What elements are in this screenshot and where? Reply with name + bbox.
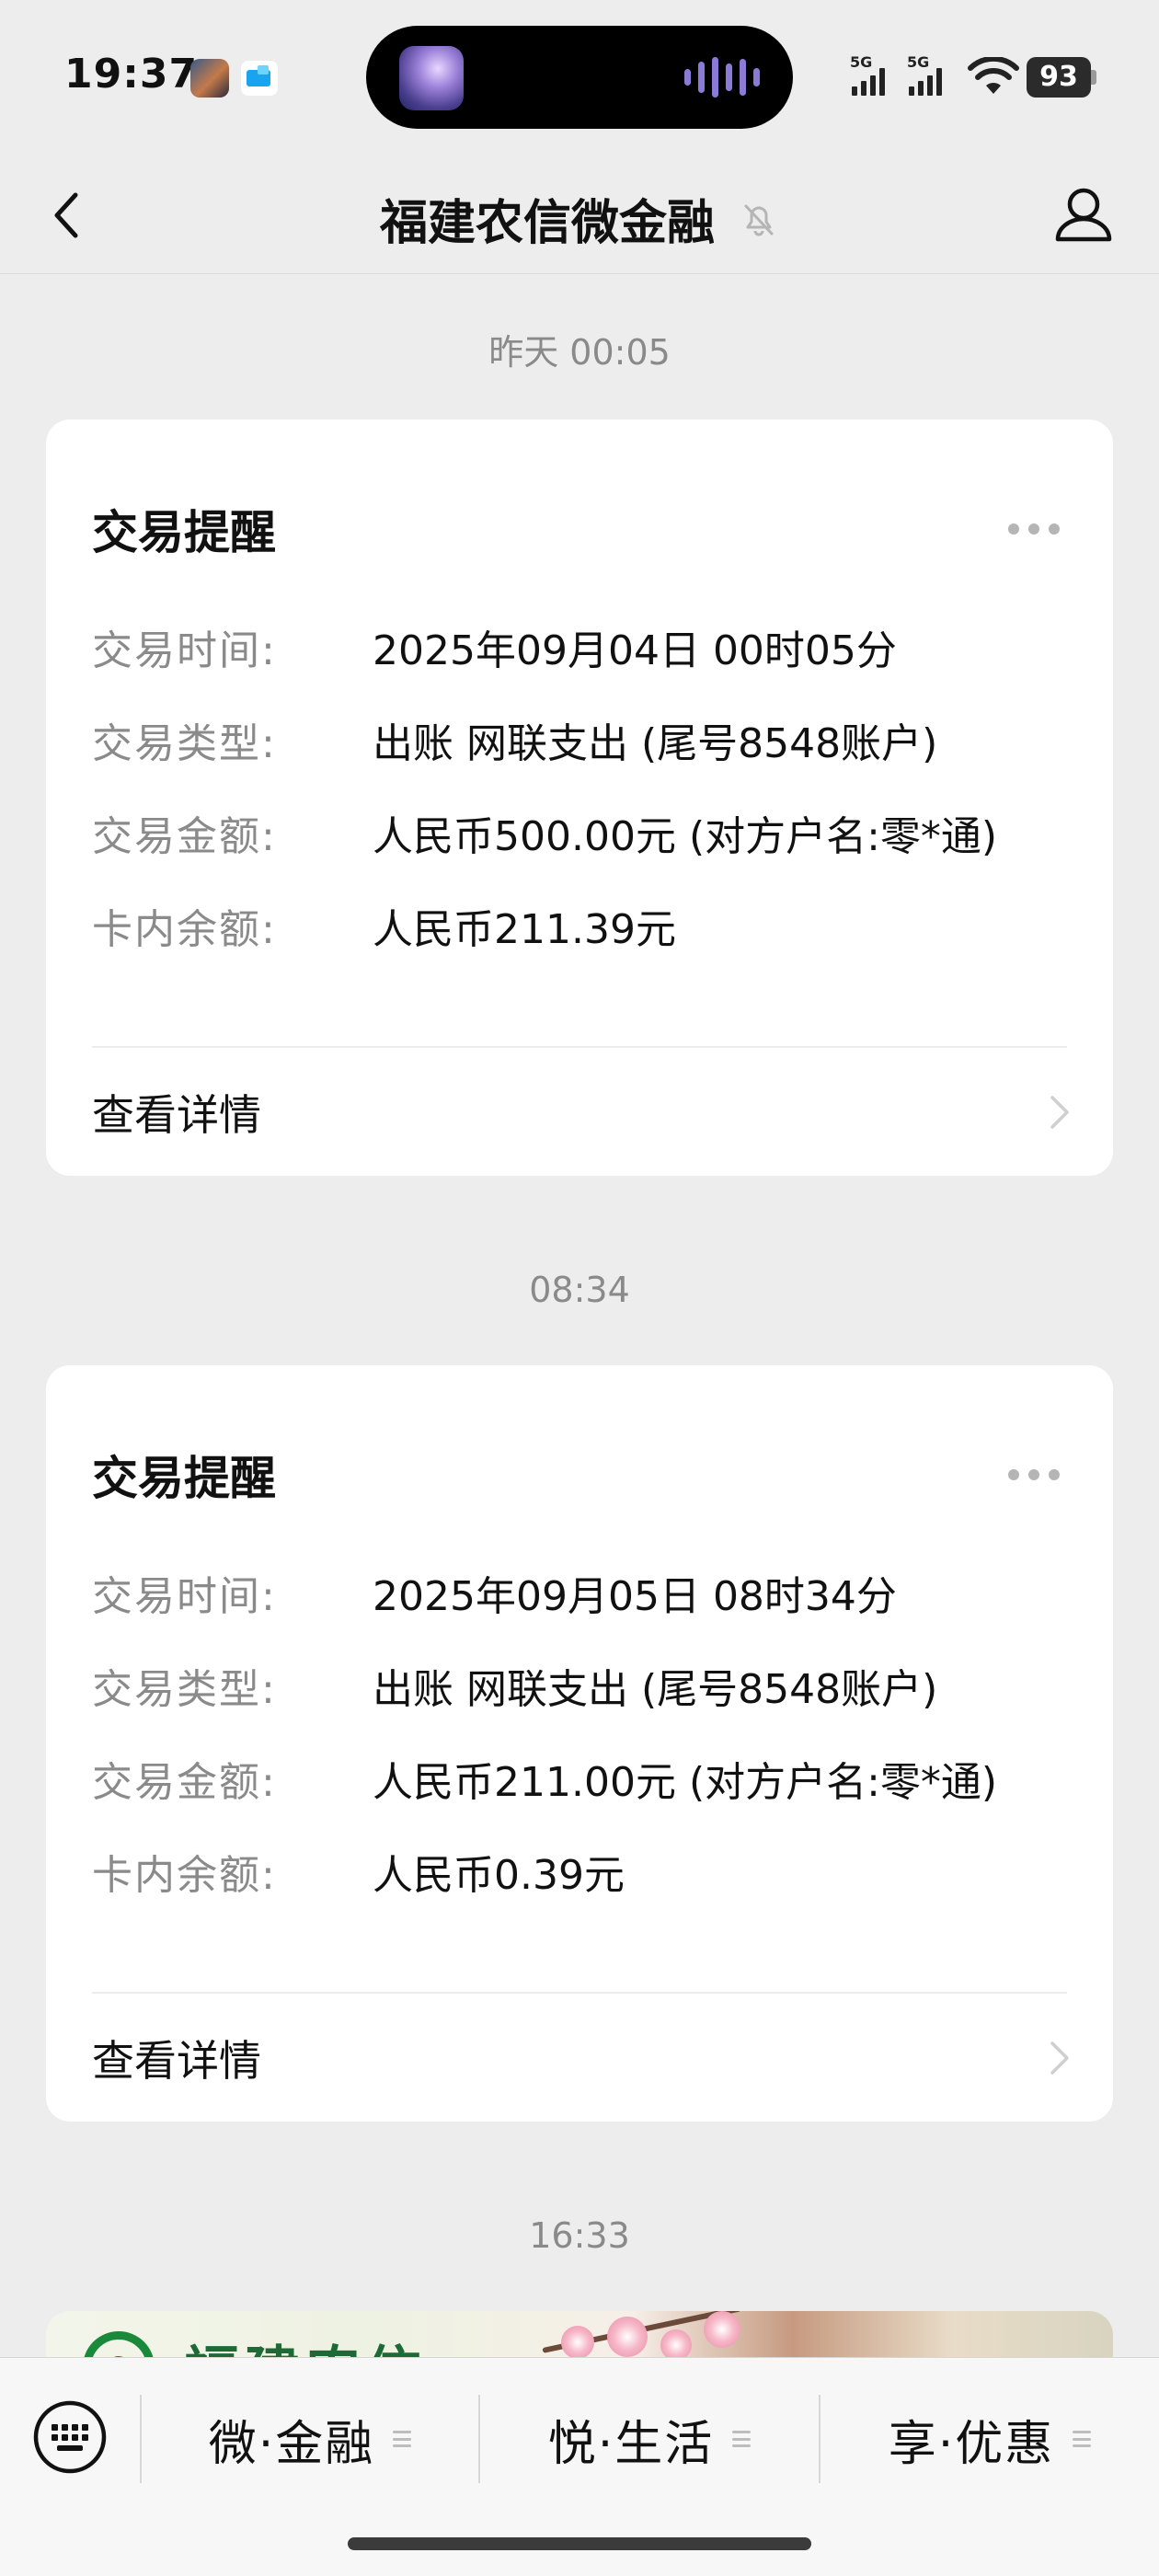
- blossom: [607, 2317, 648, 2357]
- detail-value: 人民币500.00元 (对方户名:零*通): [373, 813, 998, 860]
- message-timestamp: 16:33: [529, 2215, 630, 2256]
- keyboard-toggle-icon[interactable]: [31, 2398, 109, 2476]
- chat-page: 19:37 5G 5G 93 福建农信微金融 昨天 00:05 交易提醒 交易时…: [0, 0, 1159, 2576]
- transaction-card[interactable]: 交易提醒 交易时间: 2025年09月05日 08时34分 交易类型: 出账 网…: [46, 1365, 1113, 2122]
- card-title: 交易提醒: [92, 506, 276, 559]
- detail-row: 卡内余额: 人民币211.39元: [92, 910, 1067, 1003]
- transaction-details: 交易时间: 2025年09月04日 00时05分 交易类型: 出账 网联支出 (…: [92, 631, 1067, 1003]
- more-options-button[interactable]: [1008, 1465, 1067, 1485]
- home-indicator[interactable]: [348, 2537, 811, 2550]
- battery-level: 93: [1027, 57, 1091, 98]
- blossom: [561, 2326, 594, 2359]
- detail-label: 交易时间:: [92, 627, 277, 674]
- detail-label: 交易类型:: [92, 720, 277, 767]
- detail-value: 2025年09月04日 00时05分: [373, 627, 897, 674]
- mute-bell-icon: [744, 204, 774, 236]
- detail-label: 交易金额:: [92, 1759, 277, 1806]
- cellular-signal-icon: 5G: [850, 53, 898, 98]
- view-details-label: 查看详情: [92, 2036, 261, 2086]
- media-thumbnail-icon: [399, 46, 464, 110]
- detail-row: 交易时间: 2025年09月05日 08时34分: [92, 1577, 1067, 1670]
- status-bar: 19:37 5G 5G 93: [0, 0, 1159, 156]
- submenu-icon: [393, 2431, 412, 2447]
- blossom: [704, 2311, 740, 2348]
- detail-label: 交易时间:: [92, 1573, 277, 1620]
- detail-value: 出账 网联支出 (尾号8548账户): [373, 720, 938, 767]
- detail-label: 交易金额:: [92, 813, 277, 860]
- submenu-icon: [1073, 2431, 1092, 2447]
- menu-item-offers[interactable]: 享·优惠: [820, 2395, 1159, 2483]
- detail-row: 交易时间: 2025年09月04日 00时05分: [92, 631, 1067, 724]
- detail-value: 人民币211.39元: [373, 906, 676, 953]
- card-divider: [92, 1046, 1067, 1048]
- transaction-details: 交易时间: 2025年09月05日 08时34分 交易类型: 出账 网联支出 (…: [92, 1577, 1067, 1949]
- message-app-icon: [241, 61, 278, 96]
- detail-label: 卡内余额:: [92, 1852, 277, 1899]
- audio-wave-icon: [684, 57, 760, 98]
- view-details-label: 查看详情: [92, 1090, 261, 1140]
- menu-item-life[interactable]: 悦·生活: [480, 2395, 819, 2483]
- menu-item-finance[interactable]: 微·金融: [142, 2395, 478, 2483]
- transaction-card[interactable]: 交易提醒 交易时间: 2025年09月04日 00时05分 交易类型: 出账 网…: [46, 420, 1113, 1176]
- detail-label: 卡内余额:: [92, 906, 277, 953]
- detail-value: 出账 网联支出 (尾号8548账户): [373, 1666, 938, 1713]
- card-title: 交易提醒: [92, 1452, 276, 1505]
- battery-icon: 93: [1027, 57, 1096, 98]
- detail-row: 交易类型: 出账 网联支出 (尾号8548账户): [92, 1670, 1067, 1763]
- detail-label: 交易类型:: [92, 1666, 277, 1713]
- header-title-wrap: 福建农信微金融: [0, 184, 1159, 253]
- dynamic-island[interactable]: [366, 26, 793, 129]
- detail-row: 交易金额: 人民币500.00元 (对方户名:零*通): [92, 817, 1067, 910]
- menu-item-label: 享·优惠: [888, 2416, 1055, 2472]
- detail-value: 人民币211.00元 (对方户名:零*通): [373, 1759, 998, 1806]
- more-options-button[interactable]: [1008, 519, 1067, 539]
- message-timestamp: 08:34: [529, 1270, 630, 1310]
- view-details-link[interactable]: 查看详情: [92, 1075, 1076, 1149]
- game-app-icon: [190, 59, 229, 98]
- menu-item-label: 悦·生活: [547, 2416, 715, 2472]
- cellular-signal-icon: 5G: [907, 53, 955, 98]
- chat-header: 福建农信微金融: [0, 156, 1159, 274]
- page-title: 福建农信微金融: [379, 196, 715, 251]
- wifi-icon: [968, 57, 1019, 94]
- detail-row: 交易类型: 出账 网联支出 (尾号8548账户): [92, 724, 1067, 817]
- chevron-right-icon: [1050, 2041, 1069, 2075]
- message-timestamp: 昨天 00:05: [488, 332, 671, 373]
- blossom: [660, 2329, 692, 2361]
- status-time: 19:37: [64, 51, 199, 98]
- view-details-link[interactable]: 查看详情: [92, 2021, 1076, 2095]
- detail-value: 2025年09月05日 08时34分: [373, 1573, 897, 1620]
- card-divider: [92, 1992, 1067, 1994]
- detail-row: 交易金额: 人民币211.00元 (对方户名:零*通): [92, 1763, 1067, 1856]
- submenu-icon: [732, 2431, 752, 2447]
- menu-item-label: 微·金融: [208, 2416, 375, 2472]
- chevron-right-icon: [1050, 1096, 1069, 1129]
- detail-value: 人民币0.39元: [373, 1852, 625, 1899]
- profile-button[interactable]: [1045, 177, 1122, 254]
- detail-row: 卡内余额: 人民币0.39元: [92, 1856, 1067, 1949]
